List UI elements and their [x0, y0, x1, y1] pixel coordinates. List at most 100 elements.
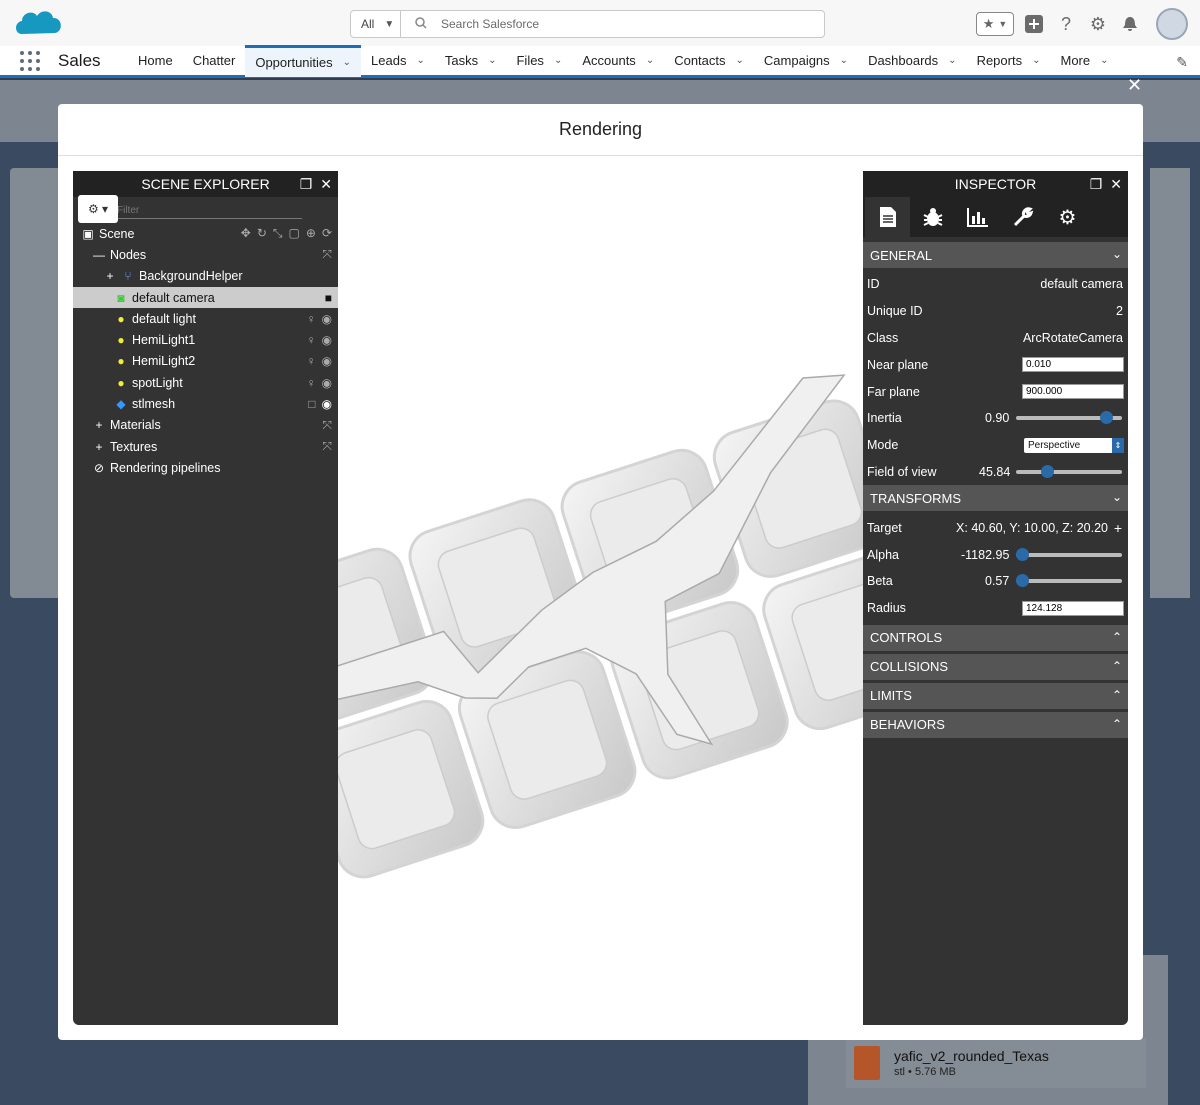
- collapse-icon[interactable]: ⤧: [322, 247, 332, 262]
- limits-section-header[interactable]: LIMITS ⌃: [863, 682, 1128, 709]
- debug-bug-tab-icon[interactable]: [910, 197, 955, 237]
- nav-item-files[interactable]: Files ⌄: [506, 45, 572, 77]
- tree-item[interactable]: + Materials ⤧: [73, 415, 338, 436]
- chevron-down-icon[interactable]: ⌄: [646, 55, 654, 66]
- eye-icon[interactable]: ◉: [322, 354, 332, 368]
- favorites-button[interactable]: ★ ▼: [976, 12, 1014, 36]
- chevron-down-icon[interactable]: ⌄: [1100, 55, 1108, 66]
- tree-item[interactable]: ● HemiLight2 ♀ ◉: [73, 351, 338, 372]
- fov-slider[interactable]: [1016, 464, 1122, 478]
- slider-knob[interactable]: [1041, 464, 1055, 478]
- chevron-down-icon[interactable]: ⌄: [736, 55, 744, 66]
- chevron-down-icon[interactable]: ⌄: [343, 57, 351, 68]
- add-icon[interactable]: [1022, 12, 1046, 36]
- light-toggle-icon[interactable]: ♀: [307, 354, 316, 368]
- settings-gear-tab-icon[interactable]: ⚙: [1045, 197, 1090, 237]
- far-plane-input[interactable]: [1022, 384, 1124, 400]
- expand-plus-icon[interactable]: +: [1114, 520, 1122, 536]
- expand-icon[interactable]: ⤧: [322, 439, 332, 454]
- mode-select[interactable]: Perspective ⇕: [1024, 437, 1124, 453]
- inertia-slider[interactable]: [1016, 411, 1122, 425]
- prop-beta: Beta 0.57: [863, 568, 1128, 595]
- nav-item-accounts[interactable]: Accounts ⌄: [572, 45, 664, 77]
- nav-item-reports[interactable]: Reports ⌄: [967, 45, 1051, 77]
- close-icon[interactable]: ✕: [1110, 176, 1122, 193]
- chevron-down-icon[interactable]: ⌄: [840, 55, 848, 66]
- light-toggle-icon[interactable]: ♀: [307, 333, 316, 347]
- tree-item[interactable]: ◙ default camera ■: [73, 286, 338, 309]
- controls-section-header[interactable]: CONTROLS ⌃: [863, 624, 1128, 651]
- tree-item[interactable]: + ⑂ BackgroundHelper: [73, 266, 338, 287]
- bounding-box-checkbox-icon[interactable]: □: [308, 397, 315, 411]
- move-gizmo-icon[interactable]: ✥: [241, 226, 251, 241]
- tree-item[interactable]: ● spotLight ♀ ◉: [73, 372, 338, 393]
- nav-item-contacts[interactable]: Contacts ⌄: [664, 45, 754, 77]
- eye-icon[interactable]: ◉: [322, 312, 332, 326]
- beta-slider[interactable]: [1016, 574, 1122, 588]
- chevron-down-icon[interactable]: ⌄: [1032, 55, 1040, 66]
- file-item[interactable]: yafic_v2_rounded_Texas stl • 5.76 MB: [846, 1038, 1146, 1088]
- nav-item-dashboards[interactable]: Dashboards ⌄: [858, 45, 967, 77]
- app-launcher-icon[interactable]: [20, 50, 40, 71]
- edit-nav-pencil-icon[interactable]: ✎: [1176, 54, 1188, 71]
- properties-tab-icon[interactable]: [865, 197, 910, 237]
- avatar[interactable]: [1156, 8, 1188, 40]
- light-toggle-icon[interactable]: ♀: [307, 312, 316, 326]
- eye-icon[interactable]: ◉: [322, 397, 332, 411]
- close-icon[interactable]: ✕: [320, 176, 332, 193]
- chevron-down-icon[interactable]: ⌄: [416, 55, 424, 66]
- search-input[interactable]: Search Salesforce: [441, 17, 539, 31]
- nav-item-chatter[interactable]: Chatter: [183, 45, 246, 77]
- behaviors-section-header[interactable]: BEHAVIORS ⌃: [863, 711, 1128, 738]
- scale-gizmo-icon[interactable]: ⤡: [273, 226, 283, 241]
- refresh-icon[interactable]: ⟳: [322, 226, 332, 241]
- statistics-chart-tab-icon[interactable]: [955, 197, 1000, 237]
- tree-item[interactable]: ⊘ Rendering pipelines: [73, 457, 338, 478]
- radius-input[interactable]: [1022, 600, 1124, 616]
- chevron-down-icon[interactable]: ⌄: [488, 55, 496, 66]
- tree-item[interactable]: ● HemiLight1 ♀ ◉: [73, 329, 338, 350]
- nav-item-opportunities[interactable]: Opportunities ⌄: [245, 44, 362, 77]
- near-plane-input[interactable]: [1022, 357, 1124, 373]
- chevron-down-icon[interactable]: ⌄: [554, 55, 562, 66]
- nav-item-leads[interactable]: Leads ⌄: [361, 45, 435, 77]
- collisions-section-header[interactable]: COLLISIONS ⌃: [863, 653, 1128, 680]
- notifications-bell-icon[interactable]: [1118, 12, 1142, 36]
- setup-gear-icon[interactable]: ⚙: [1086, 12, 1110, 36]
- modal-close-icon[interactable]: ✕: [1127, 75, 1142, 96]
- global-search[interactable]: All ▼ Search Salesforce: [350, 10, 825, 38]
- filter-input[interactable]: Filter: [117, 205, 302, 219]
- rotate-gizmo-icon[interactable]: ↻: [257, 226, 267, 241]
- slider-knob[interactable]: [1016, 547, 1029, 561]
- nav-item-tasks[interactable]: Tasks ⌄: [435, 45, 507, 77]
- nav-item-home[interactable]: Home: [128, 45, 183, 77]
- tree-item[interactable]: — Nodes ⤧: [73, 244, 338, 265]
- slider-knob[interactable]: [1016, 574, 1029, 588]
- nav-item-campaigns[interactable]: Campaigns ⌄: [754, 45, 858, 77]
- light-toggle-icon[interactable]: ♀: [307, 376, 316, 390]
- video-camera-icon[interactable]: ■: [325, 291, 332, 305]
- expand-plus-icon[interactable]: +: [103, 269, 117, 283]
- alpha-slider[interactable]: [1016, 547, 1122, 561]
- nav-item-more[interactable]: More ⌄: [1050, 45, 1118, 77]
- expand-icon[interactable]: ⤧: [322, 418, 332, 433]
- tree-item[interactable]: ▣ Scene ✥ ↻ ⤡ ▢ ⊕ ⟳: [73, 223, 338, 244]
- popout-icon[interactable]: ❐: [300, 176, 313, 193]
- bounding-box-gizmo-icon[interactable]: ▢: [289, 226, 300, 241]
- tree-item[interactable]: + Textures ⤧: [73, 436, 338, 457]
- search-scope-select[interactable]: All ▼: [351, 11, 401, 37]
- tree-item[interactable]: ◆ stlmesh □ ◉: [73, 393, 338, 414]
- general-section-header[interactable]: GENERAL ⌄: [863, 242, 1128, 268]
- slider-knob[interactable]: [1099, 411, 1113, 425]
- popout-icon[interactable]: ❐: [1090, 176, 1103, 193]
- pick-icon[interactable]: ⊕: [306, 226, 316, 241]
- eye-icon[interactable]: ◉: [322, 333, 332, 347]
- chevron-down-icon[interactable]: ⌄: [948, 55, 956, 66]
- help-icon[interactable]: ?: [1054, 12, 1078, 36]
- tools-wrench-tab-icon[interactable]: [1000, 197, 1045, 237]
- transforms-section-header[interactable]: TRANSFORMS ⌄: [863, 485, 1128, 512]
- eye-icon[interactable]: ◉: [322, 376, 332, 390]
- tree-item[interactable]: ● default light ♀ ◉: [73, 308, 338, 329]
- chevron-up-icon: ⌃: [1111, 658, 1122, 673]
- options-gear-button[interactable]: ⚙ ▾: [78, 195, 118, 223]
